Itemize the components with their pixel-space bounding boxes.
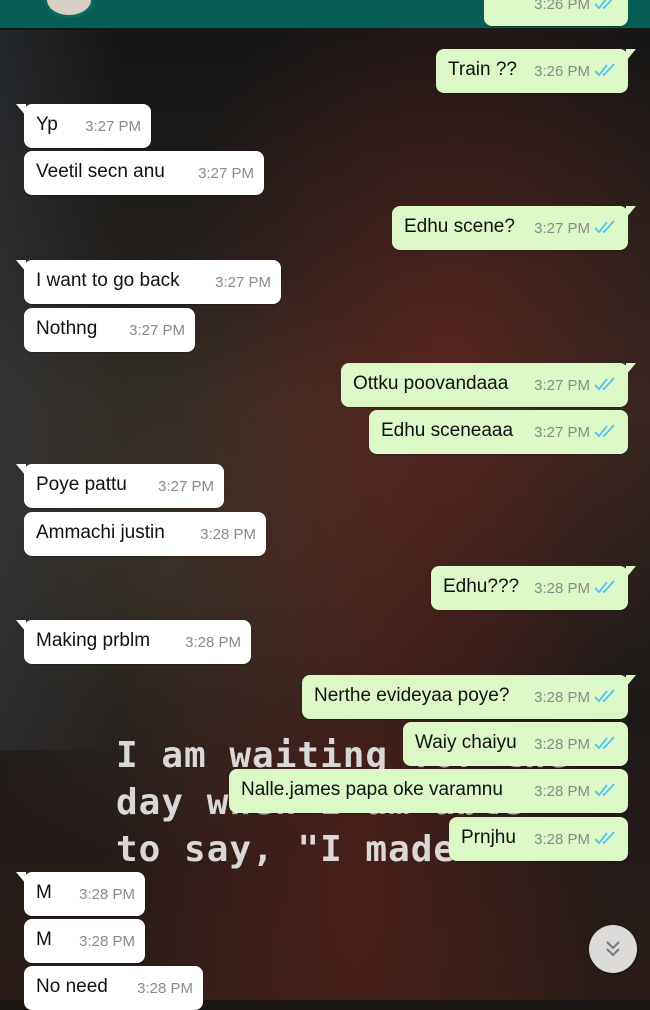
bubble-tail bbox=[626, 566, 636, 578]
message-time: 3:28 PM bbox=[185, 634, 241, 651]
message-text: Edhu scene? bbox=[404, 216, 515, 237]
outgoing-message[interactable]: 3:26 PM bbox=[484, 0, 628, 26]
read-ticks-icon bbox=[594, 218, 618, 236]
contact-avatar[interactable] bbox=[44, 0, 94, 18]
double-chevron-down-icon bbox=[606, 941, 620, 957]
message-text: Nerthe evideyaa poye? bbox=[314, 685, 510, 706]
message-text: No need bbox=[36, 976, 108, 997]
incoming-message[interactable]: M 3:28 PM bbox=[16, 872, 145, 916]
message-time: 3:28 PM bbox=[79, 886, 135, 903]
bubble-tail bbox=[626, 206, 636, 218]
message-time: 3:27 PM bbox=[534, 377, 590, 394]
message-text: Nothng bbox=[36, 318, 98, 339]
incoming-message[interactable]: Nothng 3:27 PM bbox=[24, 308, 195, 352]
message-time: 3:28 PM bbox=[79, 933, 135, 950]
incoming-message[interactable]: No need 3:28 PM bbox=[24, 966, 203, 1010]
message-text: Veetil secn anu bbox=[36, 161, 165, 182]
read-ticks-icon bbox=[594, 61, 618, 79]
bubble-tail bbox=[626, 363, 636, 375]
outgoing-message[interactable]: Prnjhu 3:28 PM bbox=[449, 817, 628, 861]
bubble-tail bbox=[16, 872, 26, 884]
incoming-message[interactable]: M 3:28 PM bbox=[24, 919, 145, 963]
incoming-message[interactable]: Making prblm 3:28 PM bbox=[16, 620, 251, 664]
incoming-message[interactable]: Veetil secn anu 3:27 PM bbox=[24, 151, 264, 195]
outgoing-message[interactable]: Train ?? 3:26 PM bbox=[436, 49, 636, 93]
outgoing-message[interactable]: Ottku poovandaaa 3:27 PM bbox=[341, 363, 636, 407]
message-text: Edhu??? bbox=[443, 576, 520, 597]
bubble-tail bbox=[626, 49, 636, 61]
message-text: Making prblm bbox=[36, 630, 151, 651]
message-time: 3:27 PM bbox=[85, 118, 141, 135]
bubble-tail bbox=[16, 104, 26, 116]
read-ticks-icon bbox=[594, 422, 618, 440]
message-text: Poye pattu bbox=[36, 474, 127, 495]
message-text: Ottku poovandaaa bbox=[353, 373, 509, 394]
message-time: 3:26 PM bbox=[534, 63, 590, 80]
message-text: Yp bbox=[36, 114, 58, 135]
message-time: 3:28 PM bbox=[534, 580, 590, 597]
outgoing-message[interactable]: Nalle.james papa oke varamnu 3:28 PM bbox=[229, 769, 628, 813]
message-text: I want to go back bbox=[36, 270, 180, 291]
incoming-message[interactable]: Ammachi justin 3:28 PM bbox=[24, 512, 266, 556]
read-ticks-icon bbox=[594, 578, 618, 596]
message-time: 3:28 PM bbox=[200, 526, 256, 543]
message-text: Train ?? bbox=[448, 59, 517, 80]
message-time: 3:26 PM bbox=[534, 0, 590, 13]
outgoing-message[interactable]: Edhu scene? 3:27 PM bbox=[392, 206, 636, 250]
message-time: 3:28 PM bbox=[534, 689, 590, 706]
message-time: 3:27 PM bbox=[215, 274, 271, 291]
incoming-message[interactable]: Yp 3:27 PM bbox=[16, 104, 151, 148]
read-ticks-icon bbox=[594, 734, 618, 752]
message-time: 3:28 PM bbox=[137, 980, 193, 997]
message-text: M bbox=[36, 882, 52, 903]
read-ticks-icon bbox=[594, 829, 618, 847]
message-time: 3:28 PM bbox=[534, 783, 590, 800]
message-time: 3:28 PM bbox=[534, 736, 590, 753]
message-time: 3:27 PM bbox=[129, 322, 185, 339]
message-text: Edhu sceneaaa bbox=[381, 420, 514, 441]
read-ticks-icon bbox=[594, 375, 618, 393]
bubble-tail bbox=[626, 675, 636, 687]
incoming-message[interactable]: Poye pattu 3:27 PM bbox=[16, 464, 224, 508]
bubble-tail bbox=[16, 464, 26, 476]
bubble-tail bbox=[16, 260, 26, 272]
message-time: 3:27 PM bbox=[158, 478, 214, 495]
message-time: 3:27 PM bbox=[534, 220, 590, 237]
read-ticks-icon bbox=[594, 781, 618, 799]
message-time: 3:28 PM bbox=[534, 831, 590, 848]
outgoing-message[interactable]: Edhu??? 3:28 PM bbox=[431, 566, 636, 610]
outgoing-message[interactable]: Nerthe evideyaa poye? 3:28 PM bbox=[302, 675, 636, 719]
read-ticks-icon bbox=[594, 687, 618, 705]
message-text: Ammachi justin bbox=[36, 522, 165, 543]
scroll-to-bottom-button[interactable] bbox=[589, 925, 637, 973]
outgoing-message[interactable]: Edhu sceneaaa 3:27 PM bbox=[369, 410, 628, 454]
message-text: Nalle.james papa oke varamnu bbox=[241, 779, 503, 800]
message-text: Prnjhu bbox=[461, 827, 516, 848]
message-time: 3:27 PM bbox=[198, 165, 254, 182]
message-time: 3:27 PM bbox=[534, 424, 590, 441]
message-text: M bbox=[36, 929, 52, 950]
bubble-tail bbox=[16, 620, 26, 632]
outgoing-message[interactable]: Waiy chaiyu 3:28 PM bbox=[403, 722, 628, 766]
incoming-message[interactable]: I want to go back 3:27 PM bbox=[16, 260, 281, 304]
read-ticks-icon bbox=[594, 0, 618, 12]
message-text: Waiy chaiyu bbox=[415, 732, 517, 753]
